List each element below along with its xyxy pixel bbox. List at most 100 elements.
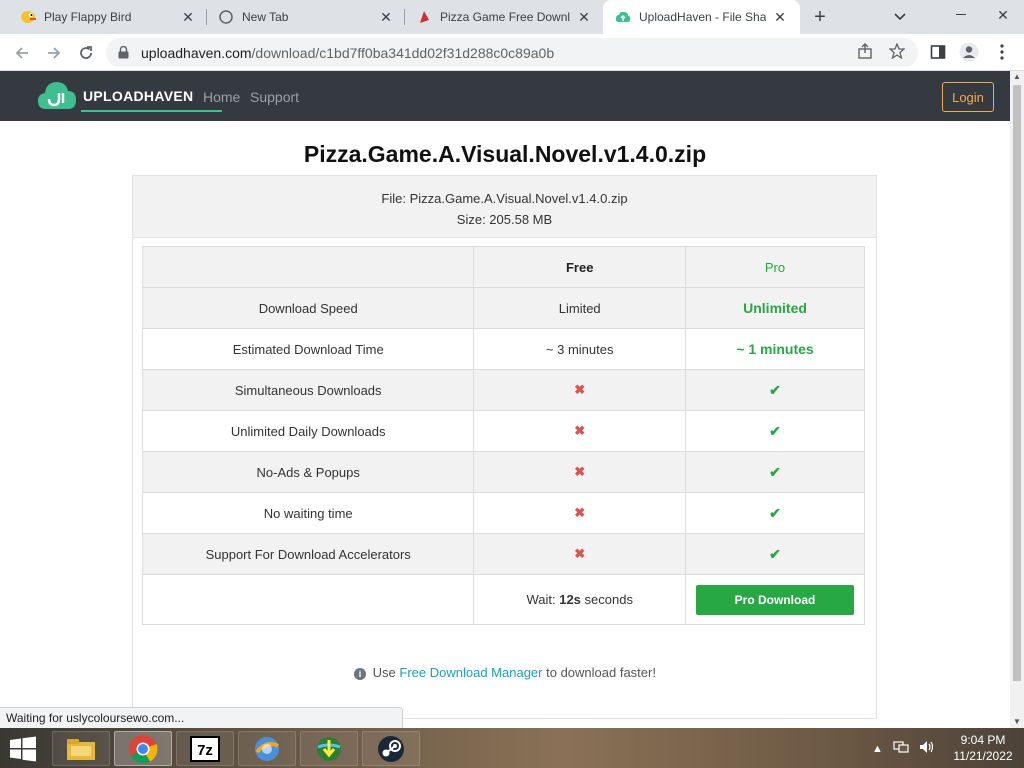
feature-label: No waiting time [141,492,475,534]
close-icon[interactable]: ✕ [180,9,196,25]
table-row: No waiting time ✖ ✔ [141,492,865,534]
lock-icon[interactable] [118,46,129,59]
7zip-icon: 7z [190,735,220,762]
nav-support-link[interactable]: Support [250,89,299,105]
pro-value: ~ 1 minutes [685,328,865,370]
system-tray: ▲ [872,740,935,757]
uploadhaven-icon [615,9,631,25]
taskbar-browser[interactable] [238,731,296,766]
share-icon[interactable] [854,40,876,62]
taskbar-clock[interactable]: 9:04 PM 11/21/2022 [948,732,1018,764]
table-row: Estimated Download Time ~ 3 minutes ~ 1 … [141,328,865,370]
taskbar-download-manager[interactable] [300,731,358,766]
page-title: Pizza.Game.A.Visual.Novel.v1.4.0.zip [303,141,707,167]
tab-title: Play Flappy Bird [44,10,132,24]
taskbar-steam[interactable] [362,731,420,766]
windows-start-icon[interactable] [8,736,38,762]
feature-label: No-Ads & Popups [141,451,475,493]
check-icon: ✔ [769,422,781,439]
url-text: uploadhaven.com/download/c1bd7ff0ba341dd… [141,44,555,61]
browser-toolbar: uploadhaven.com/download/c1bd7ff0ba341dd… [0,34,1024,71]
page-viewport: UPLOADHAVEN Home Support Login Pizza.Gam… [0,71,1010,728]
cross-icon: ✖ [574,464,586,479]
action-row: Wait: 12s seconds Pro Download [141,574,865,625]
file-size-line: Size: 205.58 MB [456,212,553,227]
pro-value: Unlimited [685,287,865,329]
check-icon: ✔ [769,381,781,398]
scrollbar-thumb[interactable] [1013,85,1021,681]
steam-icon [378,735,404,762]
tab-title: New Tab [242,10,289,24]
volume-icon[interactable] [919,740,935,757]
chrome-icon [129,734,158,763]
scroll-down-arrow-icon[interactable]: ▼ [1013,718,1021,726]
back-button[interactable] [8,39,36,67]
cloud-logo-icon [38,82,76,109]
new-tab-button[interactable]: + [808,5,832,29]
taskbar-chrome[interactable] [114,731,172,766]
free-value: Limited [473,287,687,329]
cross-icon: ✖ [574,505,586,520]
taskbar-7zip[interactable]: 7z [176,731,234,766]
close-icon[interactable]: ✕ [378,9,394,25]
tray-overflow-arrow-icon[interactable]: ▲ [872,743,883,755]
feature-label: Estimated Download Time [141,328,475,370]
table-row: Support For Download Accelerators ✖ ✔ [141,533,865,575]
file-explorer-icon [67,738,95,760]
close-icon[interactable]: ✕ [576,9,592,25]
fdm-hint: i Use Free Download Manager to download … [0,665,1010,680]
pro-download-button[interactable]: Pro Download [696,584,855,615]
windows-taskbar: 7z ▲ 9:04 PM 11/21/2022 [0,728,1024,768]
tab-flappy-bird[interactable]: Play Flappy Bird ✕ [8,0,208,34]
flappy-bird-icon [20,9,36,25]
taskbar-file-explorer[interactable] [52,731,110,766]
free-value: ~ 3 minutes [473,328,687,370]
check-icon: ✔ [769,504,781,521]
uploadhaven-logo[interactable]: UPLOADHAVEN [37,79,222,113]
svg-text:7z: 7z [197,742,213,759]
pizza-icon [416,9,432,25]
wait-seconds: 12s [559,592,581,607]
nav-home-link[interactable]: Home [203,89,240,105]
profile-avatar-icon[interactable] [957,40,981,64]
feature-label: Download Speed [141,287,475,329]
chevron-down-icon[interactable] [888,5,912,29]
feature-label: Simultaneous Downloads [141,369,475,411]
close-window-button[interactable]: ✕ [982,0,1024,30]
table-row: Simultaneous Downloads ✖ ✔ [141,369,865,411]
check-icon: ✔ [769,463,781,480]
download-manager-icon [317,736,341,761]
column-header-pro: Pro [685,246,865,288]
info-icon: i [354,668,367,680]
globe-icon [218,9,234,25]
check-icon: ✔ [769,545,781,562]
logo-text: UPLOADHAVEN [83,88,194,104]
feature-label: Support For Download Accelerators [141,533,475,575]
cross-icon: ✖ [574,546,586,561]
login-button[interactable]: Login [942,82,994,112]
file-name-line: File: Pizza.Game.A.Visual.Novel.v1.4.0.z… [381,191,628,206]
cross-icon: ✖ [574,423,586,438]
address-bar[interactable]: uploadhaven.com/download/c1bd7ff0ba341dd… [106,38,918,67]
tab-pizza-game[interactable]: Pizza Game Free Downlo... ✕ [404,0,604,34]
close-icon[interactable]: ✕ [772,9,788,25]
network-icon[interactable] [893,740,909,757]
minimize-button[interactable] [940,0,982,30]
table-row: Download Speed Limited Unlimited [141,287,865,329]
side-panel-icon[interactable] [926,40,950,64]
file-info: File: Pizza.Game.A.Visual.Novel.v1.4.0.z… [133,176,876,238]
tab-uploadhaven[interactable]: UploadHaven - File Shari... ✕ [603,0,800,34]
bookmark-star-icon[interactable] [886,40,908,62]
scroll-up-arrow-icon[interactable]: ▲ [1013,73,1021,81]
wait-countdown: Wait: 12s seconds [473,574,687,625]
reload-button[interactable] [72,39,100,67]
kebab-menu-icon[interactable] [990,40,1014,64]
feature-label: Unlimited Daily Downloads [141,410,475,452]
tab-title: UploadHaven - File Shari... [639,10,766,24]
plan-comparison-table: Free Pro Download Speed Limited Unlimite… [141,246,865,625]
fdm-link[interactable]: Free Download Manager [399,665,542,680]
page-scrollbar[interactable]: ▲ ▼ [1010,71,1024,728]
forward-button[interactable] [40,39,68,67]
browser-status-bar: Waiting for uslycoloursewo.com... [0,707,403,728]
tab-new-tab[interactable]: New Tab ✕ [206,0,406,34]
